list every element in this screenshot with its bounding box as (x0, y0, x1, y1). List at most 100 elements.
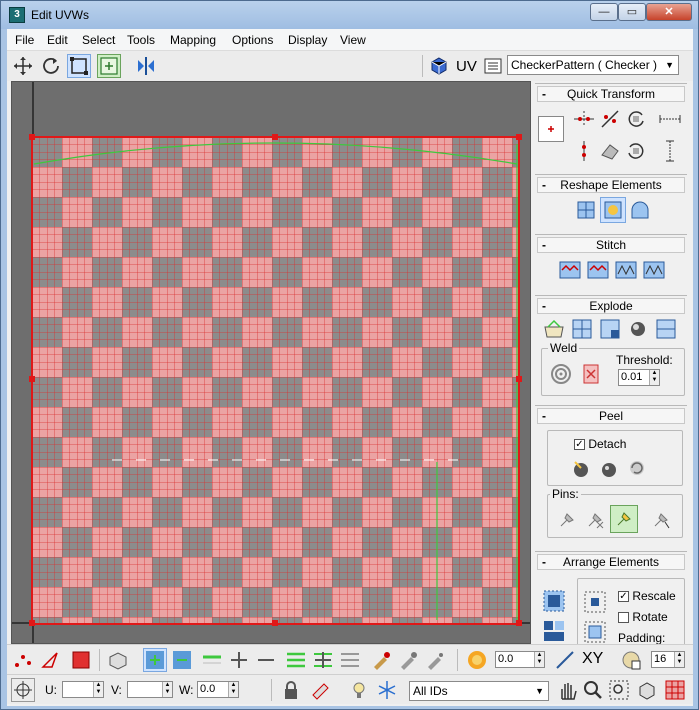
stitch-header[interactable]: - Stitch (537, 237, 685, 253)
peel-header[interactable]: - Peel (537, 408, 685, 424)
tool-rollouts-panel[interactable]: - Quick Transform - Reshape Elements - Stit… (533, 81, 691, 644)
quick-transform-header[interactable]: - Quick Transform (537, 86, 685, 102)
flatten-by-material-icon[interactable] (653, 316, 679, 342)
paint-shrink-icon[interactable] (423, 648, 447, 672)
peel-mode-icon[interactable] (596, 455, 622, 481)
snap-toggle-icon[interactable] (619, 648, 643, 672)
u-spinner[interactable]: ▲ ▼ (62, 681, 104, 698)
show-map-icon[interactable] (427, 54, 451, 78)
grow-selection-icon[interactable] (143, 648, 167, 672)
loop-grow-icon[interactable] (200, 648, 224, 672)
pin-selected-icon[interactable] (554, 507, 580, 533)
paint-grow-icon[interactable] (396, 648, 420, 672)
w-spinner[interactable]: 0.0 ▲ ▼ (197, 681, 239, 698)
loop-minus-icon[interactable] (254, 648, 278, 672)
rotate-cw-icon[interactable] (623, 106, 649, 132)
uv-editor-viewport[interactable] (11, 81, 531, 644)
select-pins-icon[interactable] (648, 507, 674, 533)
texture-dropdown[interactable]: CheckerPattern ( Checker ) ▼ (507, 55, 679, 75)
edge-mode-icon[interactable] (39, 648, 63, 672)
xy-toggle[interactable]: XY (582, 650, 603, 668)
explode-header[interactable]: - Explode (537, 298, 685, 314)
close-button[interactable]: ✕ (646, 3, 692, 21)
move-icon[interactable] (11, 54, 35, 78)
stitch-custom-icon[interactable] (641, 257, 667, 283)
element-mode-icon[interactable] (105, 648, 129, 672)
ring-plus-icon[interactable] (311, 648, 335, 672)
relax-icon[interactable] (600, 197, 626, 223)
auto-pin-moved-icon[interactable] (610, 505, 638, 533)
soft-falloff-spinner[interactable]: 0.0 ▲ ▼ (495, 651, 545, 668)
uv-label[interactable]: UV (456, 58, 477, 75)
straighten-selection-icon[interactable] (573, 197, 599, 223)
straighten-icon[interactable] (597, 106, 623, 132)
stitch-to-target-icon[interactable] (557, 257, 583, 283)
minimize-button[interactable]: — (590, 3, 618, 21)
material-id-dropdown[interactable]: All IDs ▼ (409, 681, 549, 701)
reset-peel-icon[interactable] (624, 455, 650, 481)
loop-plus-icon[interactable] (227, 648, 251, 672)
pack-together-icon[interactable] (541, 618, 567, 644)
quick-peel-icon[interactable] (568, 455, 594, 481)
weld-selected-icon[interactable] (569, 316, 595, 342)
falloff-curve-icon[interactable] (553, 648, 577, 672)
texture-list-icon[interactable] (481, 54, 505, 78)
ring-minus-icon[interactable] (338, 648, 362, 672)
menu-tools[interactable]: Tools (127, 33, 155, 47)
rotate-icon[interactable] (39, 54, 63, 78)
stitch-to-source-icon[interactable] (613, 257, 639, 283)
zoom-extents-icon[interactable] (635, 678, 659, 702)
freeform-icon[interactable] (67, 54, 91, 78)
vertex-mode-icon[interactable] (11, 648, 35, 672)
ring-grow-icon[interactable] (284, 648, 308, 672)
spacing-vertical-icon[interactable] (657, 138, 683, 164)
rescale-checkbox[interactable]: ✓ Rescale (618, 589, 676, 603)
freeze-icon[interactable] (375, 678, 399, 702)
unpin-selected-icon[interactable] (582, 507, 608, 533)
unhide-icon[interactable] (347, 678, 371, 702)
shrink-selection-icon[interactable] (170, 648, 194, 672)
stitch-average-icon[interactable] (585, 257, 611, 283)
grid-size-spinner[interactable]: 16 ▲ ▼ (651, 651, 685, 668)
polygon-mode-icon[interactable] (69, 648, 93, 672)
menu-options[interactable]: Options (232, 33, 273, 47)
scale-icon[interactable] (97, 54, 121, 78)
spacing-horizontal-icon[interactable] (657, 106, 683, 132)
rotate-ccw-icon[interactable] (623, 138, 649, 164)
uv-canvas[interactable] (12, 82, 531, 644)
lock-selection-icon[interactable] (279, 678, 303, 702)
zoom-region-icon[interactable] (607, 678, 631, 702)
menu-view[interactable]: View (340, 33, 366, 47)
soft-selection-icon[interactable] (465, 648, 489, 672)
menu-edit[interactable]: Edit (47, 33, 68, 47)
toggle-grid-icon[interactable] (663, 678, 687, 702)
pack-custom-icon[interactable] (582, 589, 608, 615)
absolute-offset-icon[interactable] (11, 678, 35, 702)
weld-target-icon[interactable] (548, 361, 574, 387)
pack-normalize-icon[interactable] (541, 588, 567, 614)
mirror-icon[interactable] (134, 54, 158, 78)
zoom-icon[interactable] (581, 678, 605, 702)
title-bar[interactable]: 3 Edit UVWs — ▭ ✕ (1, 1, 698, 29)
rotate-checkbox[interactable]: Rotate (618, 610, 668, 624)
align-vertical-icon[interactable] (571, 138, 597, 164)
reshape-elements-header[interactable]: - Reshape Elements (537, 177, 685, 193)
circle-icon[interactable] (627, 197, 653, 223)
v-spinner[interactable]: ▲ ▼ (127, 681, 173, 698)
weld-selected-edges-icon[interactable] (578, 361, 604, 387)
menu-file[interactable]: File (15, 33, 34, 47)
flatten-icon[interactable] (597, 138, 623, 164)
menu-mapping[interactable]: Mapping (170, 33, 216, 47)
pivot-center-icon[interactable] (538, 116, 564, 142)
detach-checkbox[interactable]: ✓ Detach (574, 437, 626, 451)
menu-select[interactable]: Select (82, 33, 115, 47)
pack-rescale-icon[interactable] (582, 619, 608, 644)
hide-selection-icon[interactable] (309, 678, 333, 702)
menu-display[interactable]: Display (288, 33, 327, 47)
align-horizontal-icon[interactable] (571, 106, 597, 132)
break-icon[interactable] (541, 316, 567, 342)
detach-edge-icon[interactable] (597, 316, 623, 342)
pan-hand-icon[interactable] (555, 678, 579, 702)
arrange-elements-header[interactable]: - Arrange Elements (537, 554, 685, 570)
paint-select-icon[interactable] (369, 648, 393, 672)
